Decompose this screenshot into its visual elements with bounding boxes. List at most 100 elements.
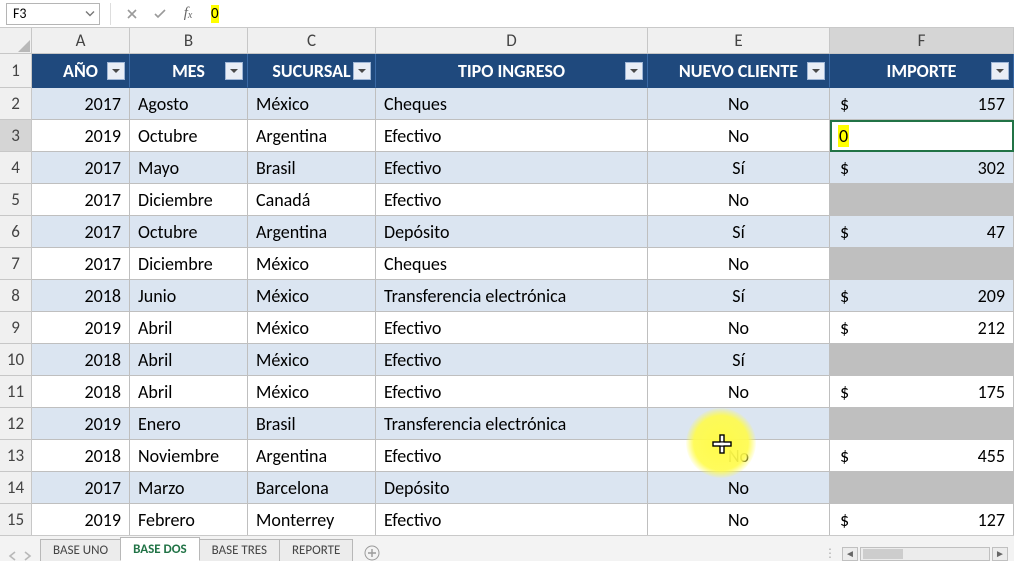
row-header-1[interactable]: 1 (0, 54, 32, 88)
row-header-13[interactable]: 13 (0, 440, 32, 472)
row-header-2[interactable]: 2 (0, 88, 32, 120)
select-all-triangle[interactable] (0, 28, 32, 54)
hscroll-right-button[interactable]: ► (992, 547, 1008, 561)
cell-importe[interactable]: $175 (830, 376, 1014, 408)
cell[interactable]: Efectivo (376, 376, 648, 408)
cell[interactable]: No (648, 248, 830, 280)
cell[interactable]: Depósito (376, 472, 648, 504)
cell[interactable]: Efectivo (376, 344, 648, 376)
cell-importe[interactable] (830, 408, 1014, 440)
cell[interactable]: Mayo (130, 152, 248, 184)
filter-button-ano[interactable] (107, 62, 125, 80)
cell[interactable]: 2018 (32, 344, 130, 376)
cell[interactable]: Abril (130, 376, 248, 408)
cell[interactable]: Monterrey (248, 504, 376, 536)
cell-importe[interactable]: $127 (830, 504, 1014, 536)
cell[interactable]: Efectivo (376, 504, 648, 536)
cell[interactable]: Barcelona (248, 472, 376, 504)
cell-importe[interactable]: $209 (830, 280, 1014, 312)
cell[interactable]: 2018 (32, 440, 130, 472)
insert-function-button[interactable]: fx (177, 3, 199, 25)
new-sheet-button[interactable] (360, 545, 384, 561)
cell[interactable]: Agosto (130, 88, 248, 120)
cell-importe[interactable] (830, 184, 1014, 216)
row-header-8[interactable]: 8 (0, 280, 32, 312)
cell[interactable]: Efectivo (376, 152, 648, 184)
cell[interactable]: Octubre (130, 216, 248, 248)
cell[interactable]: Abril (130, 312, 248, 344)
sheet-tab[interactable]: REPORTE (279, 539, 353, 561)
cell[interactable]: 2017 (32, 88, 130, 120)
cell[interactable]: Transferencia electrónica (376, 408, 648, 440)
chevron-down-icon[interactable] (85, 5, 95, 22)
cell[interactable]: 2017 (32, 216, 130, 248)
cell[interactable]: 2017 (32, 184, 130, 216)
cell[interactable]: Depósito (376, 216, 648, 248)
cell[interactable]: Sí (648, 344, 830, 376)
cell[interactable]: 2017 (32, 472, 130, 504)
row-header-6[interactable]: 6 (0, 216, 32, 248)
cell[interactable]: No (648, 120, 830, 152)
cell[interactable]: Sí (648, 280, 830, 312)
cell[interactable]: No (648, 312, 830, 344)
cell[interactable]: Efectivo (376, 440, 648, 472)
row-header-5[interactable]: 5 (0, 184, 32, 216)
cell[interactable]: Enero (130, 408, 248, 440)
cell[interactable]: 2019 (32, 408, 130, 440)
cell[interactable]: México (248, 280, 376, 312)
column-header-D[interactable]: D (376, 28, 648, 54)
cell[interactable] (648, 408, 830, 440)
row-header-12[interactable]: 12 (0, 408, 32, 440)
cell-importe[interactable] (830, 248, 1014, 280)
cell-importe[interactable]: $212 (830, 312, 1014, 344)
hscroll-left-button[interactable]: ◄ (842, 547, 858, 561)
cell[interactable]: Febrero (130, 504, 248, 536)
cell[interactable]: No (648, 472, 830, 504)
cell[interactable]: Canadá (248, 184, 376, 216)
cell[interactable]: No (648, 504, 830, 536)
row-header-4[interactable]: 4 (0, 152, 32, 184)
column-header-B[interactable]: B (130, 28, 248, 54)
cell[interactable]: Diciembre (130, 248, 248, 280)
cell[interactable]: México (248, 344, 376, 376)
tab-scroll-prev[interactable] (8, 551, 18, 561)
hscroll-thumb[interactable] (863, 549, 903, 559)
cell[interactable]: Diciembre (130, 184, 248, 216)
cell[interactable]: Efectivo (376, 312, 648, 344)
cell[interactable]: Efectivo (376, 184, 648, 216)
enter-formula-button[interactable] (149, 3, 171, 25)
cell[interactable]: No (648, 88, 830, 120)
cell-importe[interactable]: $455 (830, 440, 1014, 472)
cell[interactable]: Brasil (248, 408, 376, 440)
column-header-E[interactable]: E (648, 28, 830, 54)
cell[interactable]: Sí (648, 216, 830, 248)
cell[interactable]: Sí (648, 152, 830, 184)
cell[interactable]: 2017 (32, 248, 130, 280)
cell[interactable]: Cheques (376, 88, 648, 120)
filter-button-sucursal[interactable] (353, 62, 371, 80)
cell[interactable]: Junio (130, 280, 248, 312)
cell[interactable]: 2019 (32, 504, 130, 536)
cell[interactable]: 2019 (32, 120, 130, 152)
cell[interactable]: Noviembre (130, 440, 248, 472)
cell[interactable]: Marzo (130, 472, 248, 504)
cell[interactable]: Argentina (248, 216, 376, 248)
cell[interactable]: 2018 (32, 280, 130, 312)
sheet-tab[interactable]: BASE DOS (120, 537, 200, 561)
cell-importe[interactable]: $157 (830, 88, 1014, 120)
cell[interactable]: Efectivo (376, 120, 648, 152)
cell[interactable]: México (248, 312, 376, 344)
tab-scroll-next[interactable] (22, 551, 32, 561)
row-header-7[interactable]: 7 (0, 248, 32, 280)
row-header-9[interactable]: 9 (0, 312, 32, 344)
sheet-tab[interactable]: BASE TRES (199, 539, 280, 561)
cell[interactable]: Brasil (248, 152, 376, 184)
filter-button-importe[interactable] (991, 62, 1009, 80)
cell-importe[interactable]: $47 (830, 216, 1014, 248)
cell[interactable]: Octubre (130, 120, 248, 152)
cell[interactable]: México (248, 376, 376, 408)
filter-button-tipo[interactable] (625, 62, 643, 80)
cell[interactable]: México (248, 88, 376, 120)
cell[interactable]: Argentina (248, 120, 376, 152)
cell[interactable]: Abril (130, 344, 248, 376)
